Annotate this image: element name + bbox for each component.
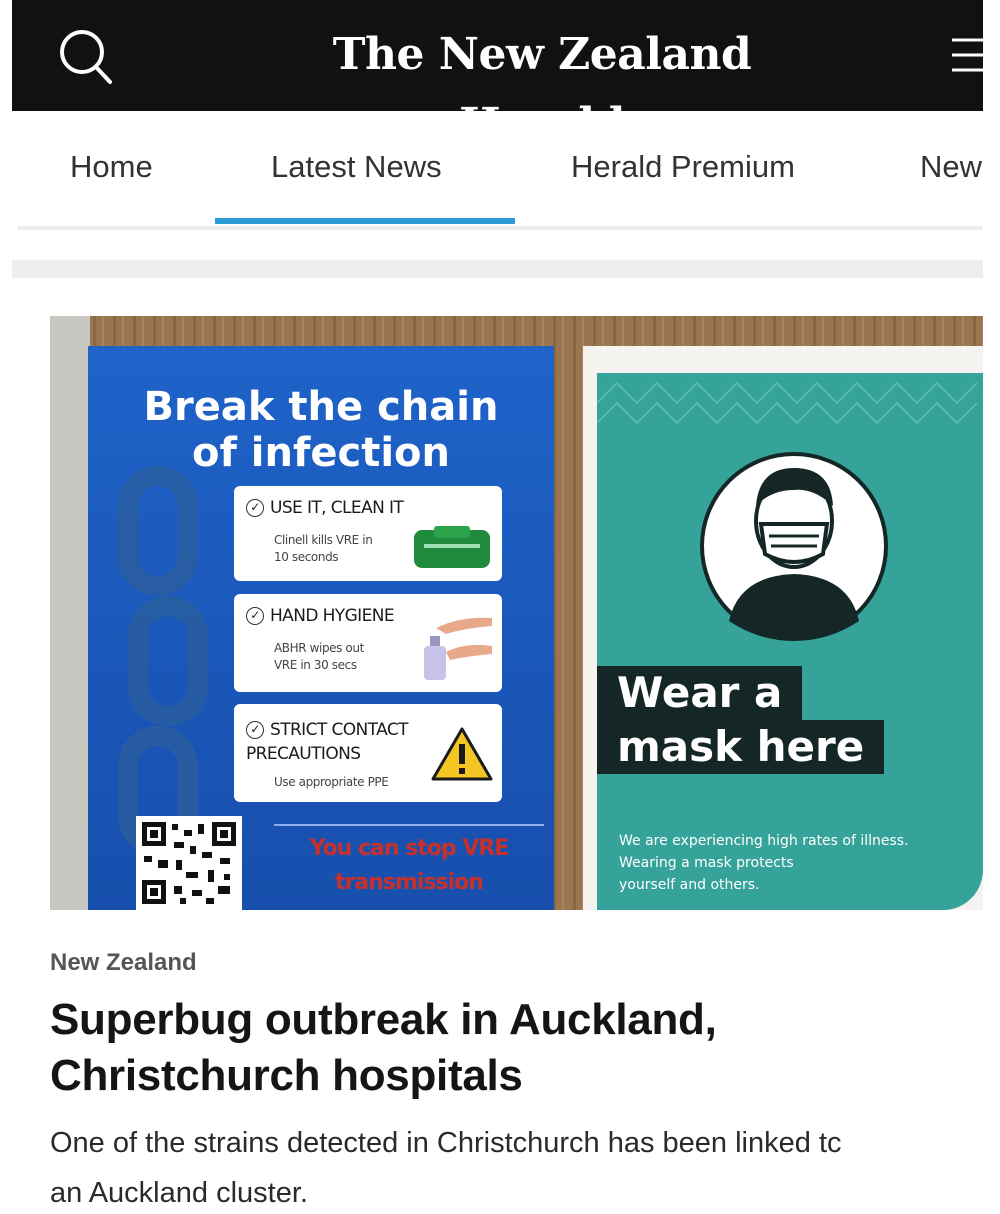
wear-mask-poster: Wear a mask here We are experiencing hig… bbox=[583, 346, 983, 910]
info-card-contact: ✓ STRICT CONTACT PRECAUTIONS Use appropri… bbox=[234, 704, 502, 802]
top-header: The New Zealand Herald bbox=[12, 0, 990, 150]
stop-transmission-text: You can stop VRE transmission bbox=[309, 836, 510, 895]
warning-icon bbox=[431, 727, 493, 781]
poster-headline: Wear a mask here bbox=[597, 666, 885, 774]
article-summary: One of the strains detected in Christchu… bbox=[50, 1127, 842, 1209]
tab-new[interactable]: New bbox=[920, 149, 982, 185]
face-mask-icon bbox=[700, 452, 888, 641]
check-circle-icon: ✓ bbox=[246, 499, 264, 517]
poster-divider bbox=[274, 824, 544, 826]
article-headline[interactable]: Superbug outbreak in Auckland, Christchu… bbox=[50, 992, 970, 1104]
check-circle-icon: ✓ bbox=[246, 607, 264, 625]
infection-chain-poster: Break the chain of infection ✓ USE IT, CL… bbox=[88, 346, 554, 910]
section-divider bbox=[12, 260, 983, 278]
info-card-clean: ✓ USE IT, CLEAN IT Clinell kills VRE in 10… bbox=[234, 486, 502, 581]
check-circle-icon: ✓ bbox=[246, 721, 264, 739]
info-card-hygiene: ✓ HAND HYGIENE ABHR wipes out VRE in 30 se… bbox=[234, 594, 502, 692]
masthead-logo[interactable]: The New Zealand Herald bbox=[262, 20, 822, 150]
article-image[interactable]: Break the chain of infection ✓ USE IT, CL… bbox=[50, 316, 983, 910]
section-nav: Home Latest News Herald Premium New bbox=[12, 111, 983, 231]
active-tab-indicator bbox=[215, 218, 515, 224]
hand-sanitiser-icon bbox=[424, 617, 492, 680]
tab-latest-news[interactable]: Latest News bbox=[271, 149, 442, 185]
poster-title: Break the chain of infection bbox=[143, 384, 499, 476]
decorative-pattern bbox=[597, 381, 978, 425]
tab-home[interactable]: Home bbox=[70, 149, 153, 185]
qr-code-icon bbox=[136, 816, 242, 910]
wipes-pack-icon bbox=[414, 526, 490, 568]
hamburger-menu-icon[interactable] bbox=[952, 30, 995, 80]
search-icon[interactable] bbox=[52, 24, 124, 88]
article-section-label[interactable]: New Zealand bbox=[50, 949, 197, 977]
tab-herald-premium[interactable]: Herald Premium bbox=[571, 149, 795, 185]
nav-divider bbox=[17, 226, 983, 230]
poster-message: We are experiencing high rates of illnes… bbox=[619, 833, 909, 893]
